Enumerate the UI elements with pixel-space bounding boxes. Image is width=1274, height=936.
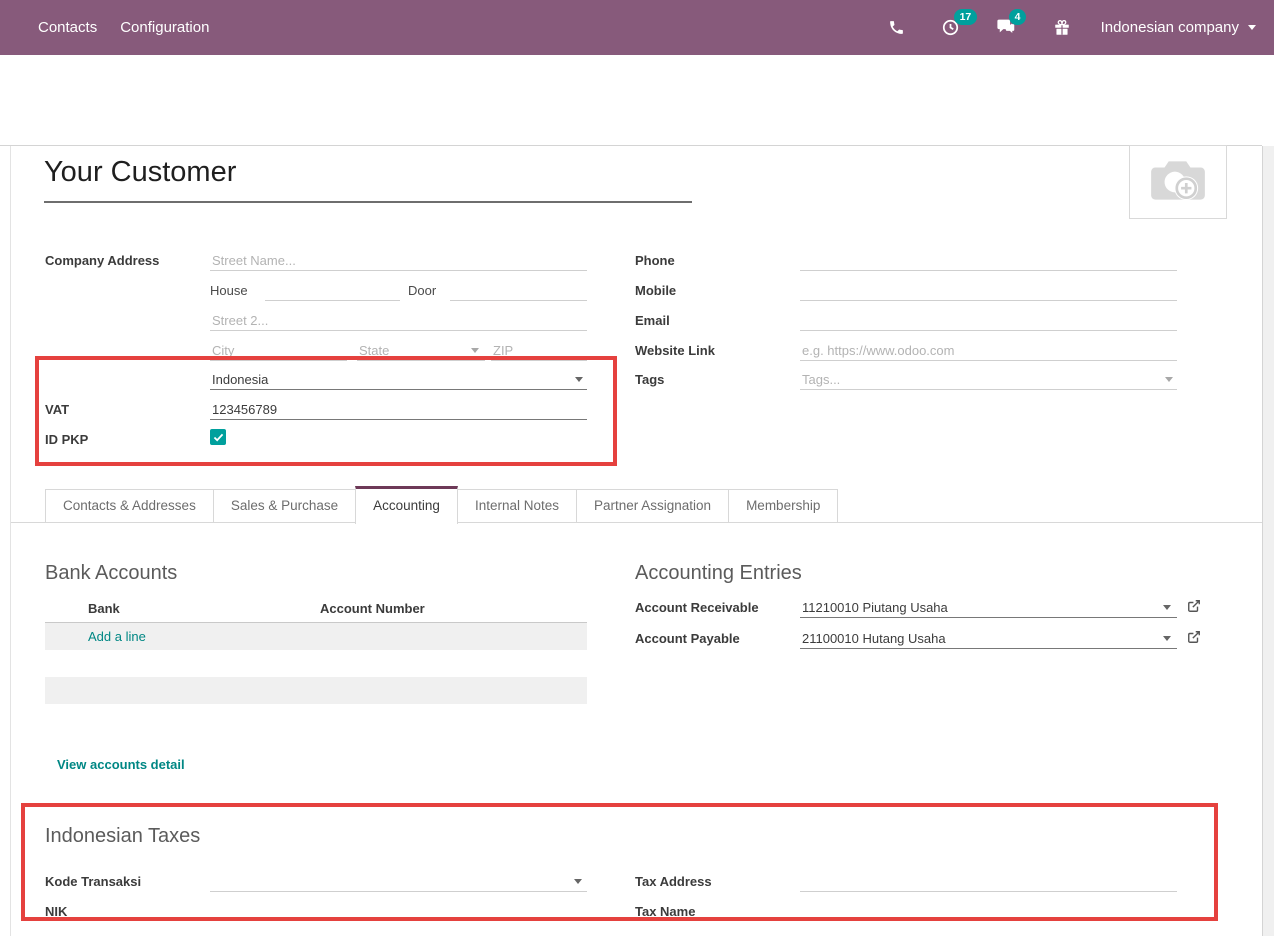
bank-table-row: Add a line <box>45 623 587 650</box>
website-label: Website Link <box>635 340 715 361</box>
gift-icon[interactable] <box>1053 19 1071 37</box>
activity-count-badge: 17 <box>954 9 978 25</box>
message-count-badge: 4 <box>1009 9 1027 25</box>
zip-input[interactable] <box>491 340 587 361</box>
country-dropdown-icon[interactable] <box>575 377 583 382</box>
tax-name-label: Tax Name <box>635 901 695 922</box>
account-receivable-select[interactable] <box>800 597 1177 618</box>
account-receivable-label: Account Receivable <box>635 597 759 618</box>
image-upload-placeholder[interactable] <box>1129 145 1227 219</box>
vat-input[interactable] <box>210 399 587 420</box>
tags-label: Tags <box>635 369 664 390</box>
indonesian-taxes-title: Indonesian Taxes <box>45 825 200 848</box>
scrollbar-track[interactable] <box>1262 146 1274 936</box>
tax-address-input[interactable] <box>800 871 1177 892</box>
add-a-line-link[interactable]: Add a line <box>88 623 146 650</box>
mobile-label: Mobile <box>635 280 676 301</box>
house-input[interactable] <box>265 280 400 301</box>
company-name: Indonesian company <box>1101 19 1239 36</box>
email-input[interactable] <box>800 310 1177 331</box>
tab-accounting[interactable]: Accounting <box>355 486 458 524</box>
country-select[interactable] <box>210 369 587 390</box>
annotation-box-indonesian-taxes <box>21 803 1218 921</box>
tax-address-label: Tax Address <box>635 871 712 892</box>
phone-input[interactable] <box>800 250 1177 271</box>
camera-plus-icon <box>1147 157 1209 207</box>
kode-transaksi-select[interactable] <box>210 871 587 892</box>
nav-menus: Contacts Configuration <box>38 0 209 55</box>
street-input[interactable] <box>210 250 587 271</box>
id-pkp-checkbox[interactable] <box>210 429 226 445</box>
messages-icon[interactable]: 4 <box>996 18 1017 37</box>
check-icon <box>213 433 224 442</box>
mobile-input[interactable] <box>800 280 1177 301</box>
nik-label: NIK <box>45 901 67 922</box>
tab-contacts-addresses[interactable]: Contacts & Addresses <box>45 489 214 523</box>
activities-clock-icon[interactable]: 17 <box>941 18 960 37</box>
tab-internal-notes[interactable]: Internal Notes <box>457 489 577 523</box>
website-input[interactable] <box>800 340 1177 361</box>
notebook-tabs: Contacts & Addresses Sales & Purchase Ac… <box>45 489 838 523</box>
top-navbar: Contacts Configuration 17 4 Indonesian c… <box>0 0 1274 55</box>
door-label: Door <box>408 280 436 301</box>
receivable-external-link-icon[interactable] <box>1187 599 1201 613</box>
kode-transaksi-dropdown-icon[interactable] <box>574 879 582 884</box>
account-number-column-header[interactable]: Account Number <box>320 601 425 616</box>
sheet-left-border <box>10 146 11 936</box>
phone-label: Phone <box>635 250 675 271</box>
tab-membership[interactable]: Membership <box>728 489 838 523</box>
tab-partner-assignation[interactable]: Partner Assignation <box>576 489 729 523</box>
record-name-input[interactable] <box>44 156 664 189</box>
payable-dropdown-icon[interactable] <box>1163 636 1171 641</box>
state-select[interactable] <box>357 340 485 361</box>
city-input[interactable] <box>210 340 347 361</box>
menu-contacts[interactable]: Contacts <box>38 0 97 55</box>
vat-label: VAT <box>45 399 69 420</box>
tags-input[interactable] <box>800 369 1177 390</box>
id-pkp-label: ID PKP <box>45 429 88 450</box>
account-payable-select[interactable] <box>800 628 1177 649</box>
tags-dropdown-icon[interactable] <box>1165 377 1173 382</box>
chevron-down-icon <box>1248 25 1256 30</box>
phone-icon[interactable] <box>888 19 905 36</box>
account-payable-label: Account Payable <box>635 628 740 649</box>
menu-configuration[interactable]: Configuration <box>120 0 209 55</box>
payable-external-link-icon[interactable] <box>1187 630 1201 644</box>
email-label: Email <box>635 310 670 331</box>
title-underline <box>44 201 692 203</box>
house-label: House <box>210 280 248 301</box>
company-switcher[interactable]: Indonesian company <box>1101 19 1256 36</box>
street2-input[interactable] <box>210 310 587 331</box>
bank-table-header: Bank Account Number <box>45 597 587 623</box>
bank-table-row <box>45 677 587 704</box>
door-input[interactable] <box>450 280 587 301</box>
tab-sales-purchase[interactable]: Sales & Purchase <box>213 489 356 523</box>
view-accounts-detail-link[interactable]: View accounts detail <box>57 757 185 772</box>
kode-transaksi-label: Kode Transaksi <box>45 871 141 892</box>
sheet-top-border <box>0 145 1262 146</box>
receivable-dropdown-icon[interactable] <box>1163 605 1171 610</box>
bank-accounts-title: Bank Accounts <box>45 562 177 585</box>
company-address-label: Company Address <box>45 250 159 271</box>
accounting-entries-title: Accounting Entries <box>635 562 802 585</box>
state-dropdown-icon[interactable] <box>471 348 479 353</box>
navbar-systray: 17 4 Indonesian company <box>852 18 1256 37</box>
bank-column-header[interactable]: Bank <box>88 601 120 616</box>
